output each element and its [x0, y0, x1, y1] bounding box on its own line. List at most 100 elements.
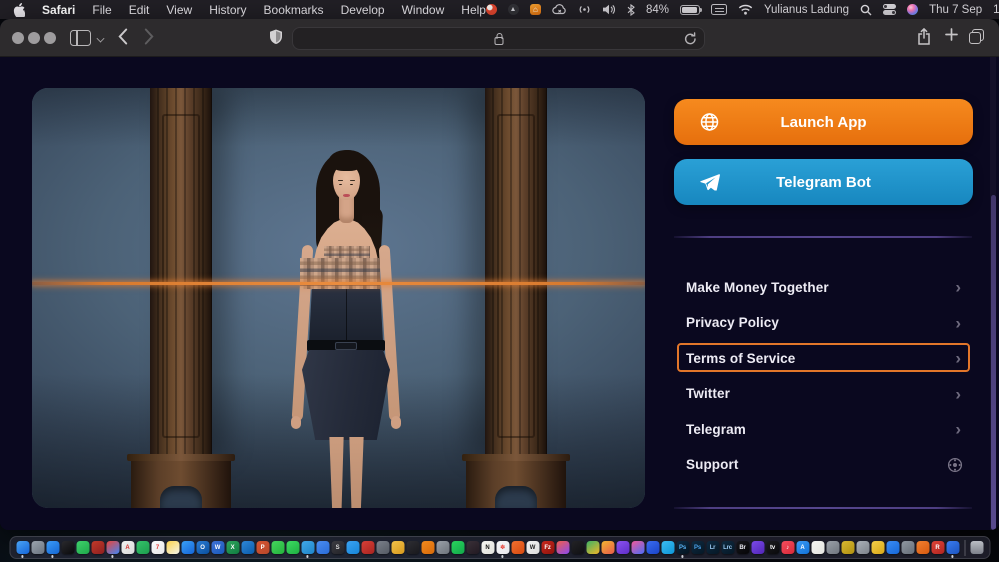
- battery-icon[interactable]: [680, 5, 700, 15]
- dock-icon-firefox[interactable]: [91, 541, 104, 554]
- dock-icon-cleanmymac[interactable]: [391, 541, 404, 554]
- dock-icon-powerpoint[interactable]: P: [256, 541, 269, 554]
- dock-icon-trash[interactable]: [970, 541, 983, 554]
- address-bar[interactable]: [292, 27, 705, 50]
- dock-icon-spotify[interactable]: [451, 541, 464, 554]
- dock-icon-notes[interactable]: [166, 541, 179, 554]
- dock-icon-chrome[interactable]: [106, 541, 119, 554]
- dock-icon-purple-logo[interactable]: [751, 541, 764, 554]
- dock-icon-google-photos[interactable]: [601, 541, 614, 554]
- adguard-icon[interactable]: [508, 4, 519, 15]
- menubar-item-bookmarks[interactable]: Bookmarks: [264, 3, 324, 17]
- input-source-icon[interactable]: [711, 4, 727, 15]
- dock-icon-textedit[interactable]: [811, 541, 824, 554]
- tab-overview-icon[interactable]: [969, 29, 985, 45]
- menubar-item-develop[interactable]: Develop: [341, 3, 385, 17]
- menu-item-support[interactable]: Support: [674, 448, 973, 482]
- dock-icon-earth-app[interactable]: [946, 541, 959, 554]
- dock-icon-finder[interactable]: [16, 541, 29, 554]
- dock-icon-gradient-ball[interactable]: [556, 541, 569, 554]
- menubar-item-file[interactable]: File: [92, 3, 111, 17]
- dock-icon-blue-app[interactable]: [646, 541, 659, 554]
- dock-icon-wikipedia[interactable]: W: [526, 541, 539, 554]
- back-button[interactable]: [118, 28, 128, 45]
- menubar-item-window[interactable]: Window: [402, 3, 445, 17]
- hotspot-icon[interactable]: [578, 4, 591, 15]
- dock-icon-telegram[interactable]: [301, 541, 314, 554]
- dock-icon-bridge[interactable]: Br: [736, 541, 749, 554]
- dock-icon-slack-dark[interactable]: S: [331, 541, 344, 554]
- dock-icon-lamp-app[interactable]: [871, 541, 884, 554]
- dock-icon-gradient-app[interactable]: [631, 541, 644, 554]
- privacy-shield-icon[interactable]: [269, 29, 283, 46]
- dock-icon-music-dark[interactable]: [466, 541, 479, 554]
- chevron-down-icon[interactable]: [97, 35, 105, 43]
- dock-icon-excel[interactable]: X: [226, 541, 239, 554]
- dock-icon-system-settings[interactable]: [826, 541, 839, 554]
- menubar-item-safari[interactable]: Safari: [42, 3, 75, 17]
- dock-icon-apple-music[interactable]: ♪: [781, 541, 794, 554]
- dock-icon-app-store[interactable]: A: [796, 541, 809, 554]
- dock-icon-whatsapp[interactable]: [286, 541, 299, 554]
- dock-icon-compass-utility[interactable]: [436, 541, 449, 554]
- dock-icon-grid-utility[interactable]: [856, 541, 869, 554]
- launch-app-button[interactable]: Launch App: [674, 99, 973, 145]
- dock-icon-vlc[interactable]: [421, 541, 434, 554]
- dock-icon-safari[interactable]: [46, 541, 59, 554]
- dock-icon-calendar[interactable]: 7: [151, 541, 164, 554]
- dock-icon-notion[interactable]: N: [481, 541, 494, 554]
- dock-icon-photoshop-beta[interactable]: Ps: [691, 541, 704, 554]
- telegram-bot-button[interactable]: Telegram Bot: [674, 159, 973, 205]
- bluetooth-icon[interactable]: [627, 4, 635, 16]
- cloud-status-icon[interactable]: [552, 4, 567, 15]
- menubar-item-history[interactable]: History: [209, 3, 246, 17]
- window-zoom-button[interactable]: [44, 32, 56, 44]
- menu-item-terms-of-service-highlighted[interactable]: Terms of Service: [674, 341, 973, 375]
- dock-icon-rstudio[interactable]: R: [931, 541, 944, 554]
- share-icon[interactable]: [917, 28, 931, 46]
- dock-icon-google-drive[interactable]: [586, 541, 599, 554]
- home-app-icon[interactable]: [530, 4, 541, 15]
- user-name[interactable]: Yulianus Ladung: [764, 4, 849, 16]
- forward-button[interactable]: [144, 28, 154, 45]
- siri-icon[interactable]: [907, 4, 918, 15]
- dock-icon-filezilla[interactable]: Fz: [541, 541, 554, 554]
- reload-icon[interactable]: [684, 32, 697, 46]
- dock-icon-outlook[interactable]: O: [196, 541, 209, 554]
- dock-icon-camera[interactable]: [376, 541, 389, 554]
- dock-icon-tiktok[interactable]: [61, 541, 74, 554]
- menu-item-privacy-policy[interactable]: Privacy Policy: [674, 306, 973, 340]
- dock-icon-docker[interactable]: [661, 541, 674, 554]
- dock-icon-flow-app[interactable]: [316, 541, 329, 554]
- menubar-item-help[interactable]: Help: [461, 3, 486, 17]
- dock-icon-lightroom-classic[interactable]: Lrc: [721, 541, 734, 554]
- dock-icon-evernote[interactable]: [136, 541, 149, 554]
- volume-icon[interactable]: [602, 4, 616, 15]
- menu-item-twitter[interactable]: Twitter: [674, 377, 973, 411]
- wifi-icon[interactable]: [738, 4, 753, 15]
- dock-icon-purple-app[interactable]: [616, 541, 629, 554]
- dock-icon-photoshop[interactable]: Ps: [676, 541, 689, 554]
- new-tab-icon[interactable]: [945, 28, 958, 41]
- menubar-item-view[interactable]: View: [166, 3, 192, 17]
- dock-icon-bluetooth-exchange[interactable]: [886, 541, 899, 554]
- dock-icon-launchpad[interactable]: [31, 541, 44, 554]
- dock-icon-photos[interactable]: ✽: [496, 541, 509, 554]
- dock-icon-fire-app[interactable]: [511, 541, 524, 554]
- dock-icon-mail[interactable]: [181, 541, 194, 554]
- dock-icon-keychain[interactable]: [841, 541, 854, 554]
- menu-bar-date[interactable]: Thu 7 Sep: [929, 4, 982, 16]
- window-close-button[interactable]: [12, 32, 24, 44]
- dock-icon-black-app[interactable]: [571, 541, 584, 554]
- control-center-icon[interactable]: [883, 4, 896, 15]
- search-icon[interactable]: [860, 4, 872, 16]
- dock-icon-acrobat[interactable]: A: [121, 541, 134, 554]
- dock-icon-midi-keyboard[interactable]: [406, 541, 419, 554]
- dock-icon-word[interactable]: W: [211, 541, 224, 554]
- dock-icon-onedrive[interactable]: [241, 541, 254, 554]
- dock-icon-after-effects[interactable]: [361, 541, 374, 554]
- dock-icon-lightroom[interactable]: Lr: [706, 541, 719, 554]
- menu-item-make-money-together[interactable]: Make Money Together: [674, 270, 973, 304]
- window-minimize-button[interactable]: [28, 32, 40, 44]
- menu-item-telegram[interactable]: Telegram: [674, 412, 973, 446]
